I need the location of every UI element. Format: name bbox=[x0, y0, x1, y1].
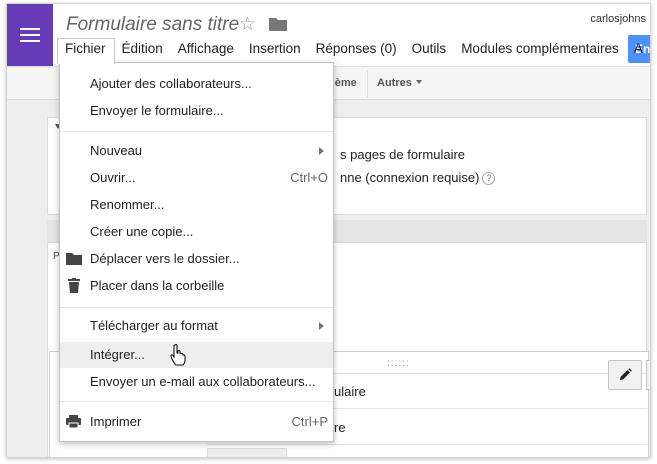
menu-outils[interactable]: Outils bbox=[405, 38, 455, 62]
app-window: Formulaire sans titre ☆ carlosjohns En F… bbox=[6, 3, 651, 458]
menu-item-label: Envoyer un e-mail aux collaborateurs... bbox=[90, 374, 316, 389]
menu-item-move-to-folder[interactable]: Déplacer vers le dossier... bbox=[60, 246, 333, 272]
menu-item-add-collaborators[interactable]: Ajouter des collaborateurs... bbox=[60, 71, 333, 97]
chevron-down-icon bbox=[415, 80, 422, 84]
menu-item-make-copy[interactable]: Créer une copie... bbox=[60, 219, 333, 245]
menu-item-label: Intégrer... bbox=[90, 347, 145, 362]
forms-app-button[interactable] bbox=[7, 4, 53, 66]
menu-modules[interactable]: Modules complémentaires bbox=[454, 38, 627, 62]
edit-button[interactable] bbox=[608, 360, 642, 390]
menu-item-send-form[interactable]: Envoyer le formulaire... bbox=[60, 98, 333, 124]
menu-divider bbox=[60, 131, 333, 132]
hand-cursor-icon bbox=[170, 344, 186, 366]
star-icon[interactable]: ☆ bbox=[239, 13, 256, 36]
menu-divider bbox=[60, 307, 333, 308]
toolbar-divider bbox=[367, 71, 368, 97]
question-help-text: re bbox=[334, 420, 346, 435]
menu-item-rename[interactable]: Renommer... bbox=[60, 192, 333, 218]
menu-item-print[interactable]: Imprimer Ctrl+P bbox=[60, 409, 333, 435]
question-type-select[interactable] bbox=[207, 448, 287, 457]
user-account[interactable]: carlosjohns bbox=[590, 13, 646, 25]
menu-item-email-collaborators[interactable]: Envoyer un e-mail aux collaborateurs... bbox=[60, 369, 333, 395]
document-title[interactable]: Formulaire sans titre bbox=[66, 14, 239, 36]
menu-item-label: Télécharger au format bbox=[90, 318, 218, 333]
settings-option-pages: s pages de formulaire bbox=[340, 147, 466, 162]
help-icon[interactable]: ? bbox=[482, 172, 496, 185]
menu-reponses[interactable]: Réponses (0) bbox=[309, 38, 405, 62]
menu-item-label: Placer dans la corbeille bbox=[90, 278, 225, 293]
menu-item-label: Imprimer bbox=[90, 414, 142, 429]
autres-button[interactable]: Autres bbox=[377, 77, 422, 89]
settings-option-login: nne (connexion requise)? bbox=[340, 170, 496, 185]
menu-item-label: Renommer... bbox=[90, 197, 165, 212]
menu-item-new[interactable]: Nouveau bbox=[60, 138, 333, 164]
chevron-right-icon bbox=[319, 322, 324, 330]
header: Formulaire sans titre ☆ carlosjohns En F… bbox=[7, 4, 650, 66]
menu-item-open[interactable]: Ouvrir... Ctrl+O bbox=[60, 165, 333, 191]
menubar: Fichier Édition Affichage Insertion Répo… bbox=[57, 38, 650, 64]
menu-edition[interactable]: Édition bbox=[115, 38, 171, 62]
menu-item-trash[interactable]: Placer dans la corbeille bbox=[60, 273, 333, 299]
list-icon bbox=[20, 28, 40, 42]
chevron-right-icon bbox=[319, 147, 324, 155]
settings-option-login-label: nne (connexion requise) bbox=[340, 170, 480, 185]
trash-icon bbox=[68, 278, 80, 293]
menu-item-label: Ouvrir... bbox=[90, 170, 136, 185]
menu-affichage[interactable]: Affichage bbox=[171, 38, 242, 62]
pencil-icon bbox=[620, 368, 632, 380]
autres-label: Autres bbox=[377, 77, 412, 89]
menu-item-label: Ajouter des collaborateurs... bbox=[90, 76, 252, 91]
menu-item-shortcut: Ctrl+P bbox=[291, 414, 328, 429]
menu-item-label: Créer une copie... bbox=[90, 224, 194, 239]
menu-item-label: Envoyer le formulaire... bbox=[90, 103, 224, 118]
menu-item-shortcut: Ctrl+O bbox=[290, 170, 328, 185]
menu-fichier[interactable]: Fichier bbox=[57, 38, 115, 64]
folder-icon[interactable] bbox=[269, 17, 287, 31]
printer-icon bbox=[66, 415, 81, 428]
drag-handle[interactable]: :::::: bbox=[387, 358, 410, 369]
file-menu: Ajouter des collaborateurs... Envoyer le… bbox=[59, 62, 334, 442]
menu-item-download-as[interactable]: Télécharger au format bbox=[60, 313, 333, 339]
question-title-text: ulaire bbox=[334, 384, 366, 399]
menu-item-label: Nouveau bbox=[90, 143, 143, 158]
menu-item-embed[interactable]: Intégrer... bbox=[60, 342, 333, 368]
menu-aide[interactable]: A bbox=[627, 38, 650, 62]
menu-divider bbox=[60, 401, 333, 402]
folder-icon bbox=[66, 253, 82, 265]
menu-insertion[interactable]: Insertion bbox=[242, 38, 309, 62]
menu-item-label: Déplacer vers le dossier... bbox=[90, 251, 240, 266]
duplicate-button[interactable] bbox=[646, 360, 650, 390]
